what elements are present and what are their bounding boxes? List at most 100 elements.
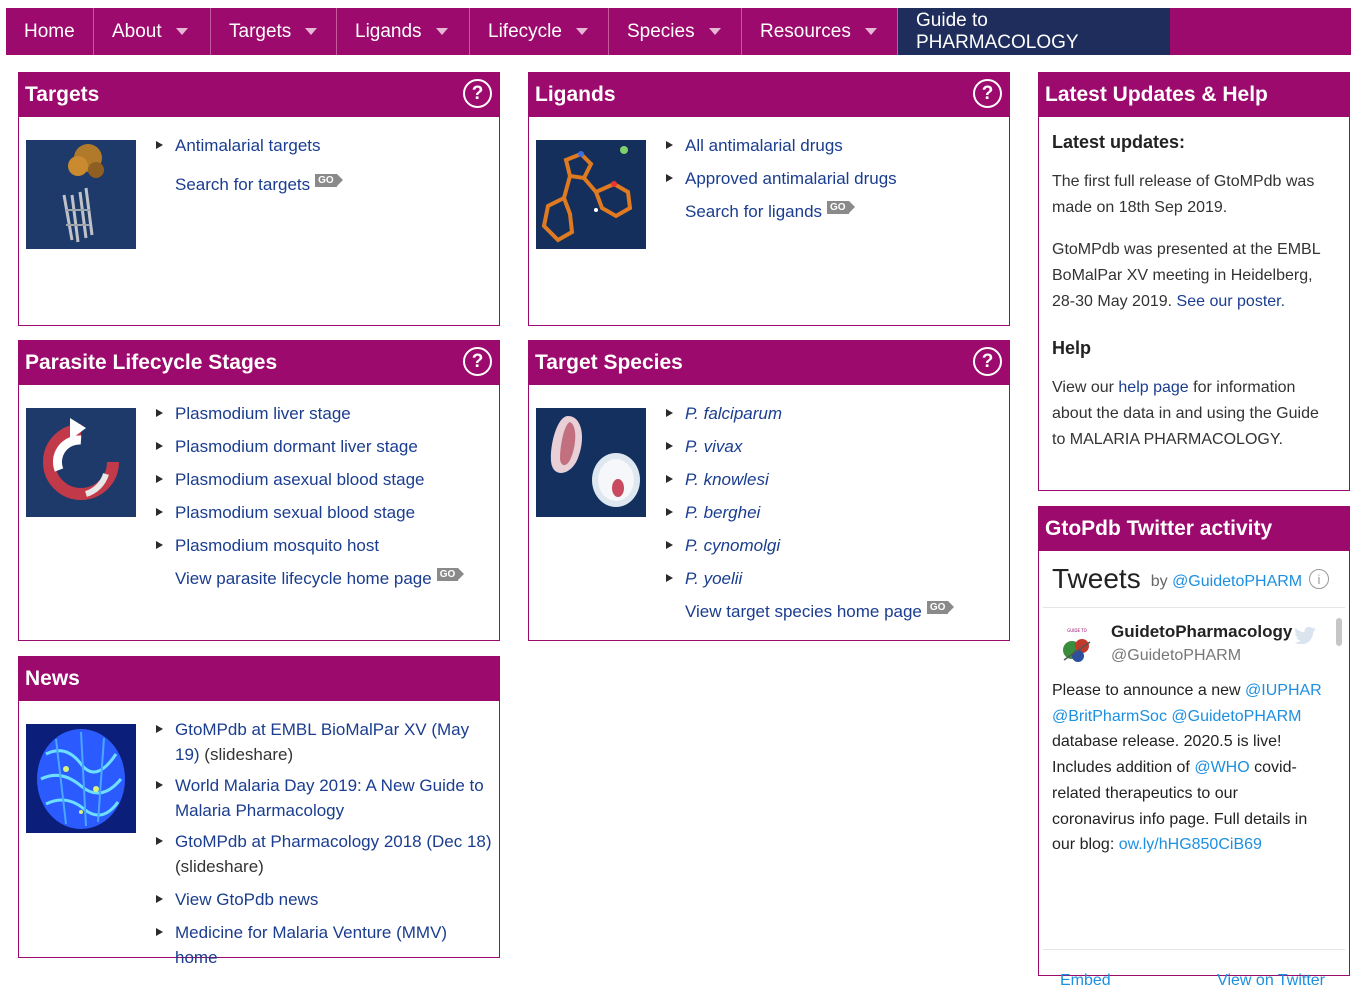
help-heading: Help xyxy=(1052,338,1092,358)
nav-resources[interactable]: Resources xyxy=(742,8,898,55)
list-item: All antimalarial drugs xyxy=(665,133,1003,158)
dormant-liver-stage-link[interactable]: Plasmodium dormant liver stage xyxy=(175,437,418,456)
view-gtopdb-news-link[interactable]: View GtoPdb news xyxy=(175,890,318,909)
p-vivax-link[interactable]: P. vivax xyxy=(685,437,742,456)
mention-guidetopharm-link[interactable]: @GuidetoPHARM xyxy=(1171,708,1301,725)
antimalarial-targets-link[interactable]: Antimalarial targets xyxy=(175,136,321,155)
lifecycle-panel: Parasite Lifecycle Stages ? Plasmodium l… xyxy=(18,340,500,641)
species-panel: Target Species ? P. falciparum P. vivax … xyxy=(528,340,1010,641)
nav-lifecycle[interactable]: Lifecycle xyxy=(470,8,609,55)
species-links: P. falciparum P. vivax P. knowlesi P. be… xyxy=(665,401,1003,632)
species-home-link[interactable]: View target species home page xyxy=(685,602,922,621)
update-text: GtoMPdb was presented at the EMBL BoMalP… xyxy=(1052,237,1336,315)
search-ligands-link[interactable]: Search for ligands xyxy=(685,202,822,221)
svg-text:GUIDE TO: GUIDE TO xyxy=(1067,628,1087,633)
panel-header: Latest Updates & Help xyxy=(1039,73,1349,117)
nav-species[interactable]: Species xyxy=(609,8,742,55)
embed-link[interactable]: Embed xyxy=(1060,972,1111,990)
nav-ligands[interactable]: Ligands xyxy=(337,8,470,55)
go-icon[interactable]: GO xyxy=(926,601,954,615)
help-text: View our help page for information about… xyxy=(1052,375,1336,453)
go-icon[interactable]: GO xyxy=(315,174,343,188)
p-berghei-link[interactable]: P. berghei xyxy=(685,503,760,522)
nav-home[interactable]: Home xyxy=(6,8,94,55)
list-item: View target species home page GO xyxy=(665,599,1003,624)
nav-label: Guide to PHARMACOLOGY xyxy=(916,9,1079,53)
help-icon[interactable]: ? xyxy=(463,79,492,108)
nav-label: Targets xyxy=(229,20,292,42)
blog-url-link[interactable]: ow.ly/hHG850CiB69 xyxy=(1119,836,1262,853)
mention-britpharmsoc-link[interactable]: @BritPharmSoc xyxy=(1052,708,1167,725)
timeline-footer: Embed View on Twitter xyxy=(1043,949,1345,989)
panel-title: Target Species xyxy=(535,351,683,374)
mmv-home-link[interactable]: Medicine for Malaria Venture (MMV) home xyxy=(175,923,447,967)
p-yoelii-link[interactable]: P. yoelii xyxy=(685,569,742,588)
chevron-down-icon xyxy=(305,28,318,35)
p-falciparum-link[interactable]: P. falciparum xyxy=(685,404,782,423)
targets-image xyxy=(26,140,136,249)
by-label: by xyxy=(1150,573,1168,590)
panel-header: GtoPdb Twitter activity xyxy=(1039,507,1349,551)
list-item: View GtoPdb news xyxy=(155,887,493,912)
list-item: P. knowlesi xyxy=(665,467,1003,492)
p-knowlesi-link[interactable]: P. knowlesi xyxy=(685,470,769,489)
list-item: Plasmodium liver stage xyxy=(155,401,493,426)
search-targets-link[interactable]: Search for targets xyxy=(175,175,310,194)
tweet-author-handle[interactable]: @GuidetoPHARM xyxy=(1111,647,1241,665)
mention-who-link[interactable]: @WHO xyxy=(1194,759,1249,776)
help-page-link[interactable]: help page xyxy=(1118,379,1188,396)
go-icon[interactable]: GO xyxy=(436,568,464,582)
nav-label: Lifecycle xyxy=(488,20,562,42)
nav-label: About xyxy=(112,20,162,42)
news-note: (slideshare) xyxy=(199,745,294,764)
panel-title: Latest Updates & Help xyxy=(1045,83,1268,106)
avatar[interactable]: GUIDE TO xyxy=(1056,624,1098,666)
panel-title: News xyxy=(25,667,80,690)
sexual-blood-stage-link[interactable]: Plasmodium sexual blood stage xyxy=(175,503,415,522)
mosquito-host-link[interactable]: Plasmodium mosquito host xyxy=(175,536,379,555)
news-links: GtoMPdb at EMBL BioMalPar XV (May 19) (s… xyxy=(155,717,493,978)
mention-iuphar-link[interactable]: @IUPHAR xyxy=(1245,682,1322,699)
help-text-pre: View our xyxy=(1052,379,1119,396)
nav-label: Home xyxy=(24,20,75,42)
news-note: (slideshare) xyxy=(175,857,264,876)
nav-about[interactable]: About xyxy=(94,8,211,55)
list-item: Plasmodium mosquito host xyxy=(155,533,493,558)
help-icon[interactable]: ? xyxy=(463,347,492,376)
scrollbar[interactable] xyxy=(1336,618,1342,646)
list-item: P. cynomolgi xyxy=(665,533,1003,558)
lifecycle-home-link[interactable]: View parasite lifecycle home page xyxy=(175,569,432,588)
nav-targets[interactable]: Targets xyxy=(211,8,337,55)
nav-guide-to-pharmacology[interactable]: Guide to PHARMACOLOGY xyxy=(898,8,1170,55)
poster-link[interactable]: See our poster. xyxy=(1177,293,1286,310)
list-item: P. vivax xyxy=(665,434,1003,459)
list-item: View parasite lifecycle home page GO xyxy=(155,566,493,591)
approved-antimalarial-drugs-link[interactable]: Approved antimalarial drugs xyxy=(685,169,897,188)
news-pharmacology-2018-link[interactable]: GtoMPdb at Pharmacology 2018 (Dec 18) xyxy=(175,832,492,851)
updates-body: Latest updates: The first full release o… xyxy=(1039,117,1349,453)
go-icon[interactable]: GO xyxy=(827,201,855,215)
help-icon[interactable]: ? xyxy=(973,347,1002,376)
news-panel: News GtoMPdb at EMBL BioMalPar XV (May 1… xyxy=(18,656,500,967)
all-antimalarial-drugs-link[interactable]: All antimalarial drugs xyxy=(685,136,843,155)
nav-label: Ligands xyxy=(355,20,422,42)
view-on-twitter-link[interactable]: View on Twitter xyxy=(1217,972,1325,990)
twitter-bird-icon[interactable] xyxy=(1295,626,1317,644)
p-cynomolgi-link[interactable]: P. cynomolgi xyxy=(685,536,780,555)
tweet-author-name[interactable]: GuidetoPharmacology xyxy=(1111,622,1301,642)
timeline-header: Tweets by @GuidetoPHARM i xyxy=(1039,551,1349,607)
by-handle-link[interactable]: @GuidetoPHARM xyxy=(1172,573,1302,590)
asexual-blood-stage-link[interactable]: Plasmodium asexual blood stage xyxy=(175,470,424,489)
panel-header: Targets ? xyxy=(19,73,499,117)
list-item: Plasmodium asexual blood stage xyxy=(155,467,493,492)
targets-panel: Targets ? Antimalarial targets Search fo… xyxy=(18,72,500,326)
tweet: GUIDE TO GuidetoPharmacology @GuidetoPHA… xyxy=(1043,607,1345,898)
info-icon[interactable]: i xyxy=(1309,569,1329,589)
lifecycle-links: Plasmodium liver stage Plasmodium dorman… xyxy=(155,401,493,599)
news-world-malaria-day-link[interactable]: World Malaria Day 2019: A New Guide to M… xyxy=(175,776,484,820)
list-item: Antimalarial targets xyxy=(155,133,493,158)
list-item: Medicine for Malaria Venture (MMV) home xyxy=(155,920,493,970)
help-icon[interactable]: ? xyxy=(973,79,1002,108)
species-image xyxy=(536,408,646,517)
liver-stage-link[interactable]: Plasmodium liver stage xyxy=(175,404,351,423)
